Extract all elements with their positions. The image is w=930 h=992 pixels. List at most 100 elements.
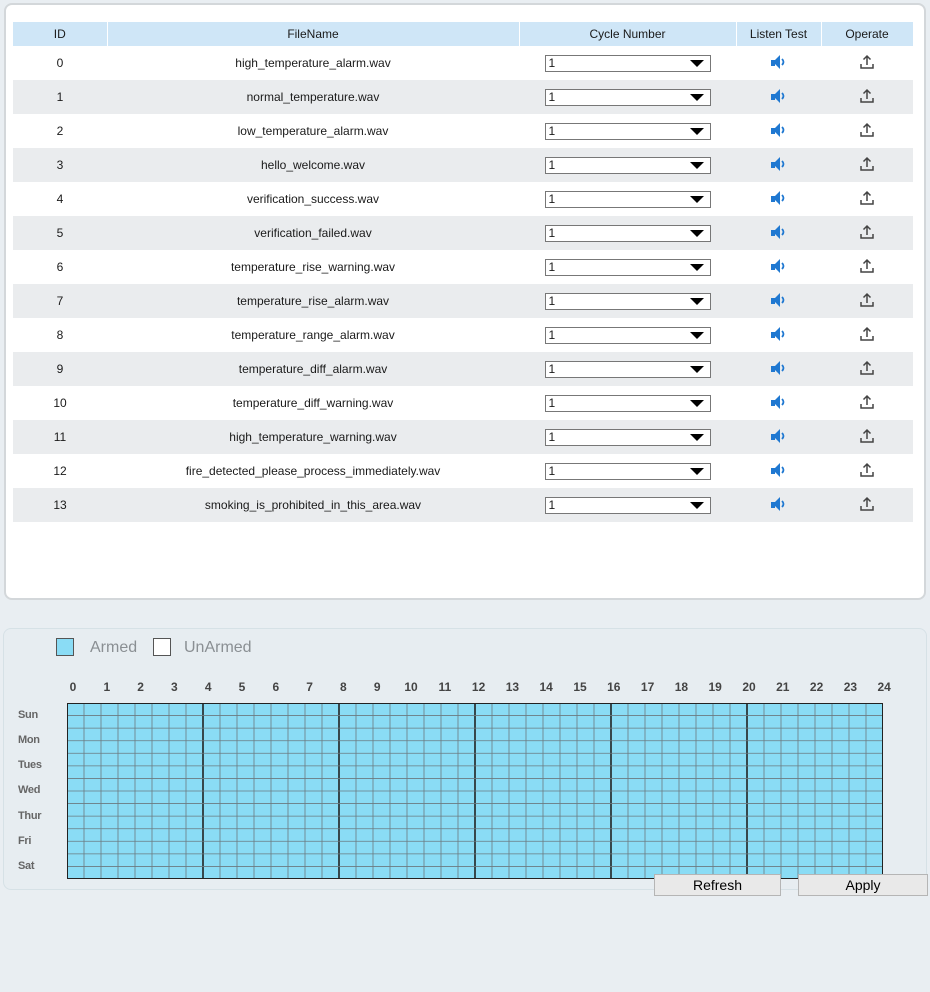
cycle-cell: 1 xyxy=(519,182,736,216)
hour-label: 12 xyxy=(471,680,486,694)
table-row: 9 temperature_diff_alarm.wav 1 xyxy=(13,352,913,386)
upload-icon[interactable] xyxy=(859,224,875,243)
operate-cell xyxy=(821,386,913,420)
cycle-number-select[interactable]: 1 xyxy=(544,54,711,72)
header-operate: Operate xyxy=(821,22,914,46)
speaker-icon[interactable] xyxy=(769,427,789,448)
row-filename: temperature_diff_alarm.wav xyxy=(107,352,519,386)
speaker-icon[interactable] xyxy=(769,461,789,482)
hour-label: 8 xyxy=(340,680,347,694)
upload-icon[interactable] xyxy=(859,292,875,311)
speaker-icon[interactable] xyxy=(769,223,789,244)
cycle-number-select[interactable]: 1 xyxy=(544,360,711,378)
speaker-icon[interactable] xyxy=(769,257,789,278)
row-filename: temperature_rise_warning.wav xyxy=(107,250,519,284)
hour-label: 24 xyxy=(877,680,891,694)
refresh-button[interactable]: Refresh xyxy=(654,874,781,896)
listen-cell xyxy=(736,46,821,80)
upload-icon[interactable] xyxy=(859,122,875,141)
cycle-number-select[interactable]: 1 xyxy=(544,292,711,310)
upload-icon[interactable] xyxy=(859,394,875,413)
row-filename: temperature_diff_warning.wav xyxy=(107,386,519,420)
speaker-icon[interactable] xyxy=(769,87,789,108)
speaker-icon[interactable] xyxy=(769,325,789,346)
upload-icon[interactable] xyxy=(859,156,875,175)
row-filename: low_temperature_alarm.wav xyxy=(107,114,519,148)
schedule-grid[interactable] xyxy=(67,703,883,879)
speaker-icon[interactable] xyxy=(769,155,789,176)
dropdown-arrow-icon xyxy=(689,365,704,373)
speaker-icon[interactable] xyxy=(769,291,789,312)
operate-cell xyxy=(821,216,913,250)
table-row: 12 fire_detected_please_process_immediate… xyxy=(13,454,913,488)
armed-swatch[interactable] xyxy=(56,638,74,656)
hour-label: 20 xyxy=(742,680,756,694)
cycle-number-select[interactable]: 1 xyxy=(544,190,711,208)
cycle-number-value: 1 xyxy=(548,157,556,172)
day-label: Wed xyxy=(18,784,41,797)
cycle-number-select[interactable]: 1 xyxy=(544,462,711,480)
dropdown-arrow-icon xyxy=(689,399,704,407)
upload-icon[interactable] xyxy=(859,326,875,345)
row-filename: fire_detected_please_process_immediately… xyxy=(107,454,519,488)
cycle-cell: 1 xyxy=(519,46,736,80)
upload-icon[interactable] xyxy=(859,462,875,481)
operate-cell xyxy=(821,80,913,114)
cycle-number-value: 1 xyxy=(548,191,556,206)
unarmed-swatch[interactable] xyxy=(153,638,171,656)
upload-icon[interactable] xyxy=(859,54,875,73)
row-id: 5 xyxy=(13,216,107,250)
hour-label: 9 xyxy=(373,680,381,694)
speaker-icon[interactable] xyxy=(769,393,789,414)
table-row: 5 verification_failed.wav 1 xyxy=(13,216,913,250)
upload-icon[interactable] xyxy=(859,190,875,209)
cycle-number-select[interactable]: 1 xyxy=(544,496,711,514)
hour-label: 21 xyxy=(776,680,790,694)
speaker-icon[interactable] xyxy=(769,359,789,380)
row-id: 6 xyxy=(13,250,107,284)
upload-icon[interactable] xyxy=(859,88,875,107)
cycle-number-select[interactable]: 1 xyxy=(544,258,711,276)
table-row: 10 temperature_diff_warning.wav 1 xyxy=(13,386,913,420)
hour-label: 2 xyxy=(137,680,144,694)
cycle-number-select[interactable]: 1 xyxy=(544,88,711,106)
listen-cell xyxy=(736,386,821,420)
cycle-number-value: 1 xyxy=(548,123,556,138)
cycle-number-select[interactable]: 1 xyxy=(544,326,711,344)
day-label: Fri xyxy=(18,834,32,847)
apply-button[interactable]: Apply xyxy=(798,874,928,896)
cycle-cell: 1 xyxy=(519,114,736,148)
cycle-number-select[interactable]: 1 xyxy=(544,394,711,412)
speaker-icon[interactable] xyxy=(769,121,789,142)
cycle-number-value: 1 xyxy=(548,361,556,376)
upload-icon[interactable] xyxy=(859,496,875,515)
listen-cell xyxy=(736,352,821,386)
operate-cell xyxy=(821,114,913,148)
table-row: 4 verification_success.wav 1 xyxy=(13,182,913,216)
hour-label: 13 xyxy=(505,680,520,694)
operate-cell xyxy=(821,284,913,318)
table-row: 2 low_temperature_alarm.wav 1 xyxy=(13,114,913,148)
speaker-icon[interactable] xyxy=(769,53,789,74)
operate-cell xyxy=(821,420,913,454)
row-id: 11 xyxy=(13,420,107,454)
row-id: 12 xyxy=(13,454,107,488)
upload-icon[interactable] xyxy=(859,258,875,277)
cycle-number-select[interactable]: 1 xyxy=(544,122,711,140)
operate-cell xyxy=(821,352,913,386)
cycle-number-select[interactable]: 1 xyxy=(544,224,711,242)
cycle-cell: 1 xyxy=(519,80,736,114)
dropdown-arrow-icon xyxy=(689,93,704,101)
listen-cell xyxy=(736,148,821,182)
speaker-icon[interactable] xyxy=(769,189,789,210)
table-row: 0 high_temperature_alarm.wav 1 xyxy=(13,46,913,80)
operate-cell xyxy=(821,318,913,352)
upload-icon[interactable] xyxy=(859,360,875,379)
cycle-number-select[interactable]: 1 xyxy=(544,156,711,174)
cycle-number-select[interactable]: 1 xyxy=(544,428,711,446)
cycle-number-value: 1 xyxy=(548,327,556,342)
upload-icon[interactable] xyxy=(859,428,875,447)
speaker-icon[interactable] xyxy=(769,495,789,516)
hour-label: 17 xyxy=(640,680,655,694)
unarmed-label: UnArmed xyxy=(184,639,252,656)
